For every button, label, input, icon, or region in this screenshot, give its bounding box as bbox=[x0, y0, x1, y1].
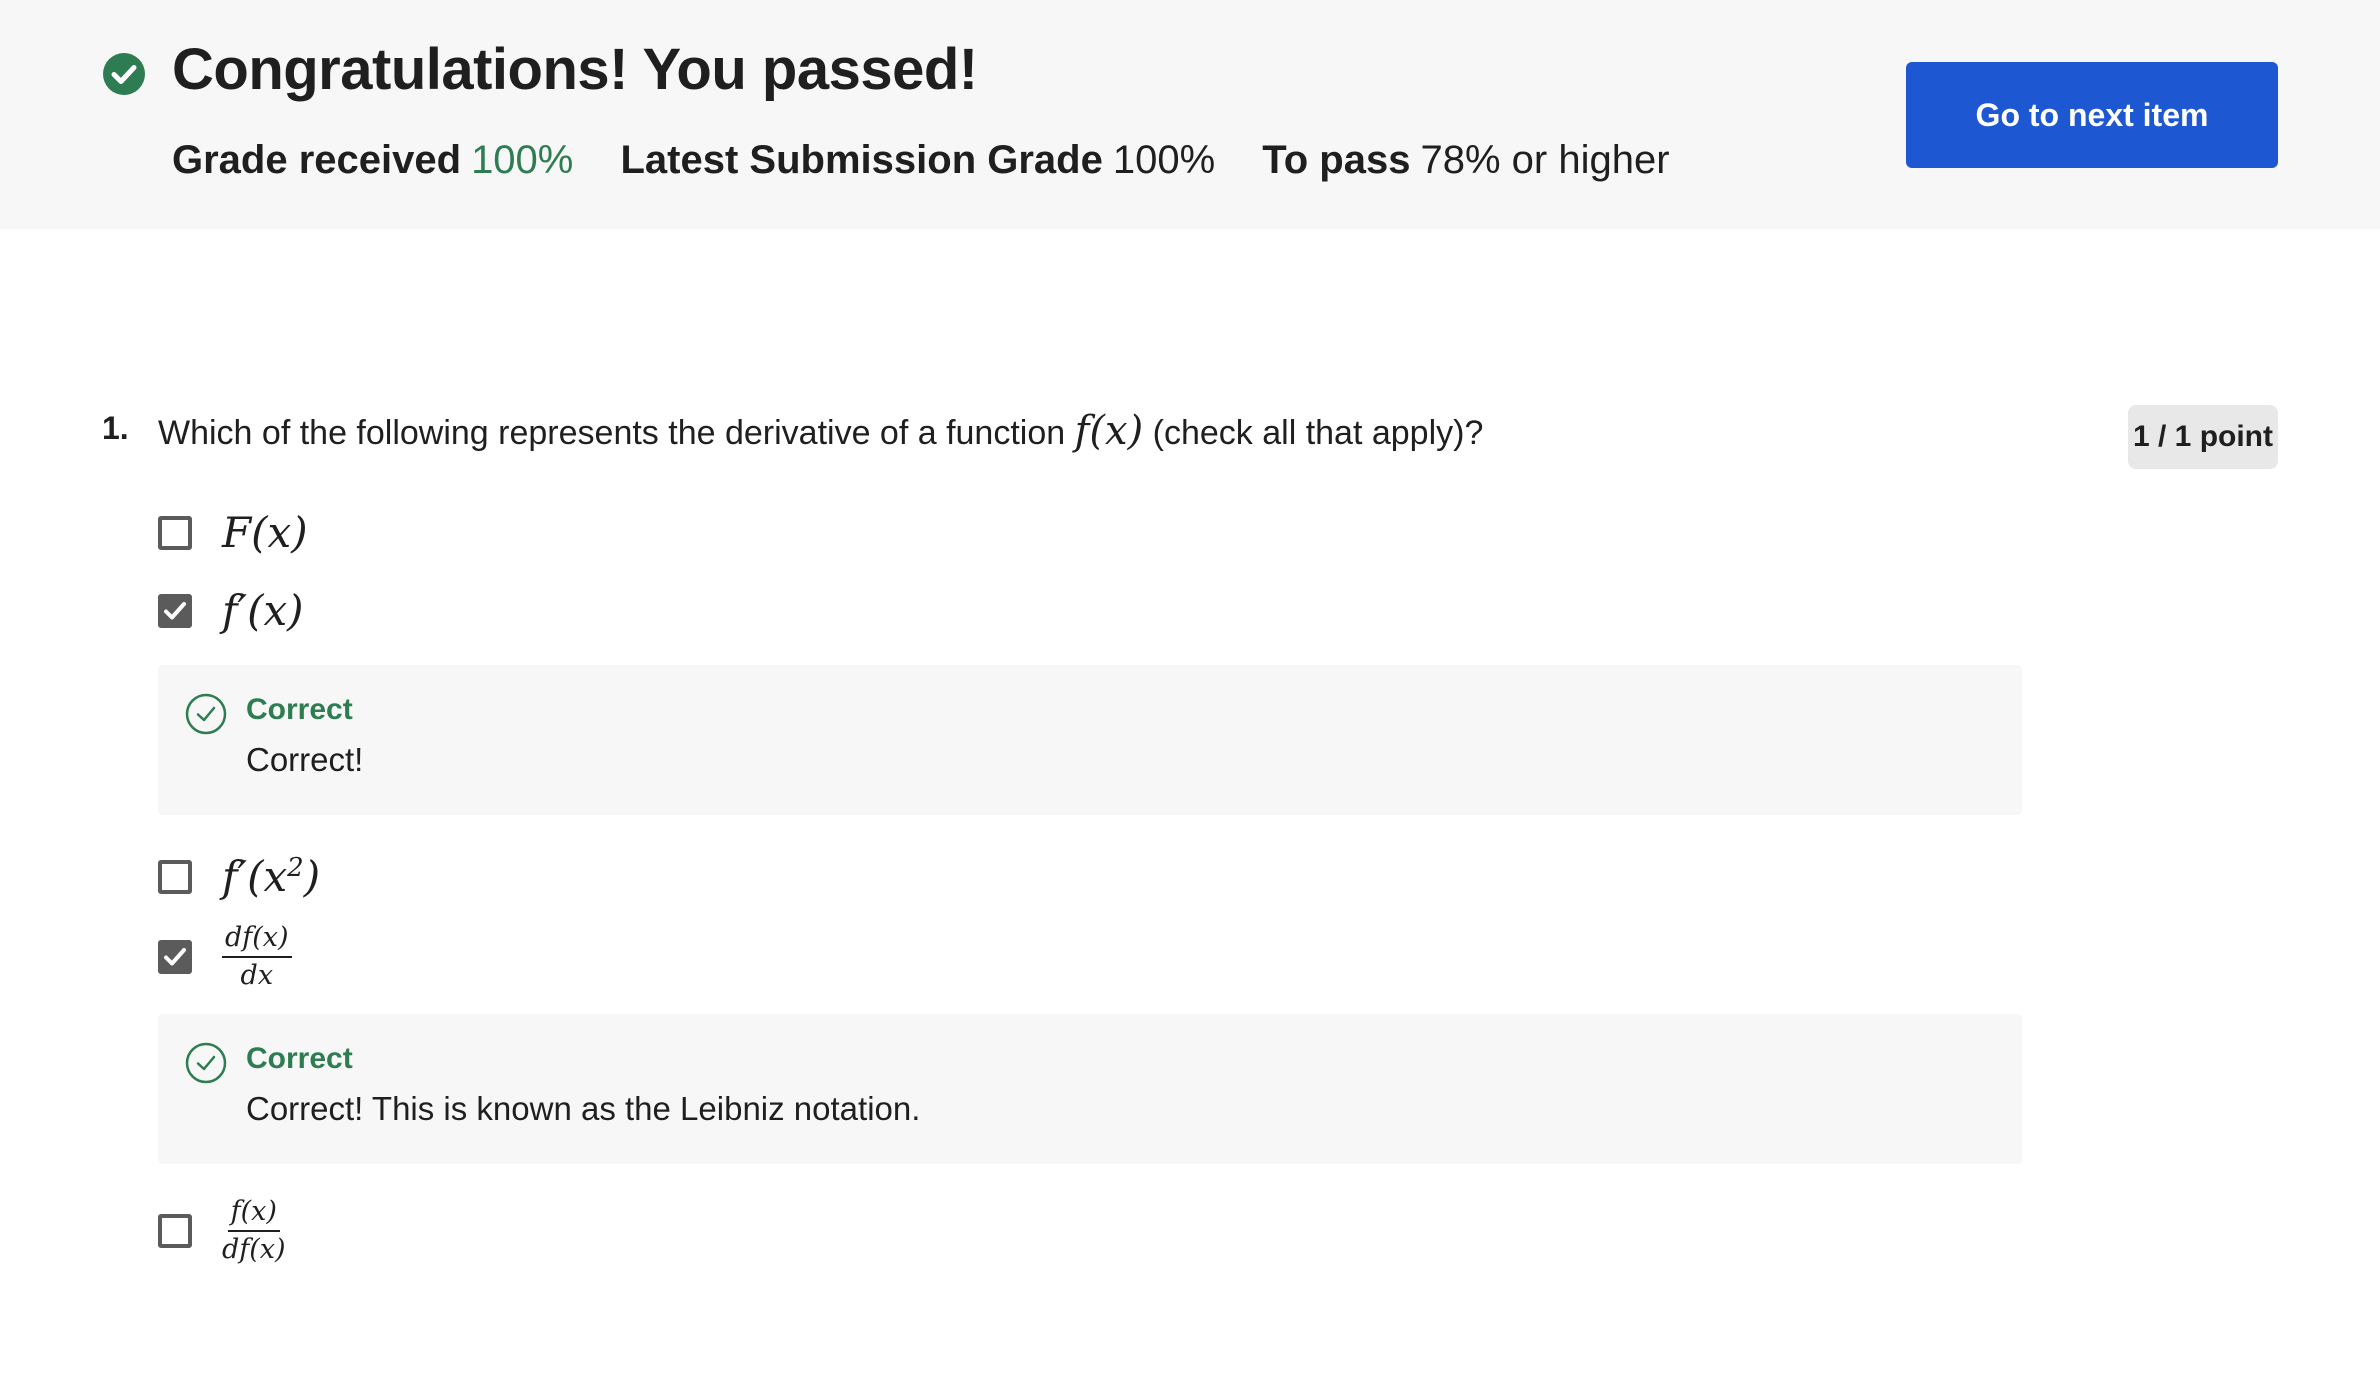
option-4-denominator: dx bbox=[240, 960, 274, 991]
feedback-text: Correct! This is known as the Leibniz no… bbox=[246, 1090, 921, 1127]
option-5-fraction: f(x) df(x) bbox=[222, 1196, 286, 1266]
latest-grade-label: Latest Submission Grade bbox=[620, 138, 1103, 182]
grade-received-label: Grade received bbox=[172, 138, 462, 182]
latest-grade-value: 100% bbox=[1112, 138, 1216, 182]
option-4-fraction: df(x) dx bbox=[222, 922, 292, 992]
question-math: f(x) bbox=[1074, 408, 1144, 454]
check-circle-icon bbox=[103, 53, 145, 95]
question-text-before: Which of the following represents the de… bbox=[158, 414, 1066, 452]
go-to-next-item-button[interactable]: Go to next item bbox=[1906, 62, 2278, 168]
feedback-title: Correct bbox=[246, 1042, 353, 1075]
checkmark-icon bbox=[164, 948, 186, 966]
grade-received-value: 100% bbox=[471, 138, 574, 182]
question-text-after: (check all that apply)? bbox=[1152, 414, 1484, 452]
option-3[interactable]: f′(x2) bbox=[158, 852, 320, 901]
option-5[interactable]: f(x) df(x) bbox=[158, 1196, 286, 1266]
option-4[interactable]: df(x) dx bbox=[158, 922, 292, 992]
option-2-checkbox[interactable] bbox=[158, 593, 192, 628]
result-banner: Congratulations! You passed! Grade recei… bbox=[0, 0, 2380, 229]
feedback-text: Correct! bbox=[246, 741, 364, 778]
correct-check-icon bbox=[185, 693, 227, 735]
to-pass-value: 78% or higher bbox=[1420, 138, 1670, 182]
result-title: Congratulations! You passed! bbox=[172, 37, 978, 102]
option-2-label: f′(x) bbox=[222, 586, 304, 635]
option-4-numerator: df(x) bbox=[222, 922, 292, 958]
option-5-numerator: f(x) bbox=[227, 1196, 280, 1232]
option-3-label-end: ) bbox=[303, 852, 321, 901]
option-1-checkbox[interactable] bbox=[158, 515, 192, 550]
option-1-label: F(x) bbox=[222, 508, 308, 557]
checkmark-icon bbox=[164, 601, 186, 619]
points-badge: 1 / 1 point bbox=[2128, 405, 2278, 469]
feedback-title: Correct bbox=[246, 693, 353, 726]
option-4-checkbox[interactable] bbox=[158, 940, 192, 974]
option-5-denominator: df(x) bbox=[222, 1234, 286, 1265]
option-3-label-base: f′(x bbox=[222, 852, 288, 901]
grade-stats: Grade received 100% Latest Submission Gra… bbox=[172, 138, 1706, 183]
question-number: 1. bbox=[102, 410, 129, 446]
correct-check-icon bbox=[185, 1042, 227, 1084]
option-2-feedback: Correct Correct! bbox=[158, 665, 2022, 815]
option-5-checkbox[interactable] bbox=[158, 1214, 192, 1248]
option-3-label: f′(x2) bbox=[222, 852, 320, 901]
question-text: Which of the following represents the de… bbox=[158, 408, 1483, 454]
option-4-feedback: Correct Correct! This is known as the Le… bbox=[158, 1014, 2022, 1164]
option-3-checkbox[interactable] bbox=[158, 859, 192, 894]
to-pass-label: To pass bbox=[1262, 138, 1411, 182]
option-3-label-sup: 2 bbox=[287, 853, 304, 883]
option-1[interactable]: F(x) bbox=[158, 508, 308, 557]
option-2[interactable]: f′(x) bbox=[158, 586, 304, 635]
